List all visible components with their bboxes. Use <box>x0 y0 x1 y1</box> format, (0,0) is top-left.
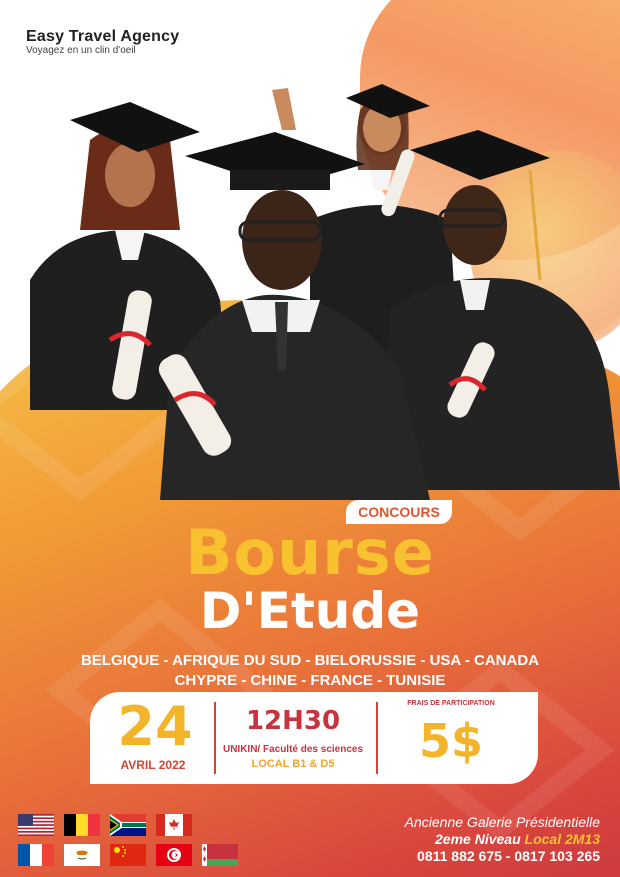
address-level: 2eme Niveau <box>435 831 525 847</box>
countries-line-1: BELGIQUE - AFRIQUE DU SUD - BIELORUSSIE … <box>80 652 540 669</box>
cyprus-flag-icon <box>64 844 100 866</box>
south-africa-flag-icon <box>110 814 146 836</box>
phone-numbers: 0811 882 675 - 0817 103 265 <box>417 848 600 864</box>
poster: Easy Travel Agency Voyagez en un clin d'… <box>0 0 620 877</box>
address-local: Local 2M13 <box>524 831 600 847</box>
canada-flag-icon <box>156 814 192 836</box>
event-room: LOCAL B1 & D5 <box>251 758 335 770</box>
graduates-photo <box>20 70 620 500</box>
belgium-flag-icon <box>64 814 100 836</box>
address-line-2: 2eme Niveau Local 2M13 <box>300 831 600 847</box>
brand-name: Easy Travel Agency <box>26 28 180 45</box>
event-venue: UNIKIN/ Faculté des sciences <box>222 744 364 755</box>
usa-flag-icon <box>18 814 54 836</box>
card-divider <box>214 702 216 774</box>
event-day: 24 <box>117 695 193 758</box>
event-month-year: AVRIL 2022 <box>120 758 186 772</box>
title-detude: D'Etude <box>199 582 421 640</box>
graduate-right <box>380 130 620 490</box>
china-flag-icon <box>110 844 146 866</box>
countries-line-2: CHYPRE - CHINE - FRANCE - TUNISIE <box>174 672 446 689</box>
fee-amount: 5$ <box>418 714 483 768</box>
brand-header: Easy Travel Agency Voyagez en un clin d'… <box>26 28 179 56</box>
fee-label: FRAIS DE PARTICIPATION <box>407 700 495 707</box>
brand-tagline: Voyagez en un clin d'oeil <box>26 45 136 56</box>
france-flag-icon <box>18 844 54 866</box>
graduates-illustration <box>30 84 620 500</box>
belarus-flag-icon <box>202 844 238 866</box>
title-bourse: Bourse <box>185 516 435 589</box>
tunisia-flag-icon <box>156 844 192 866</box>
event-time: 12H30 <box>245 706 341 736</box>
address-line-1: Ancienne Galerie Présidentielle <box>404 814 600 830</box>
event-info-card: 24 AVRIL 2022 12H30 UNIKIN/ Faculté des … <box>90 692 538 784</box>
card-divider <box>376 702 378 774</box>
